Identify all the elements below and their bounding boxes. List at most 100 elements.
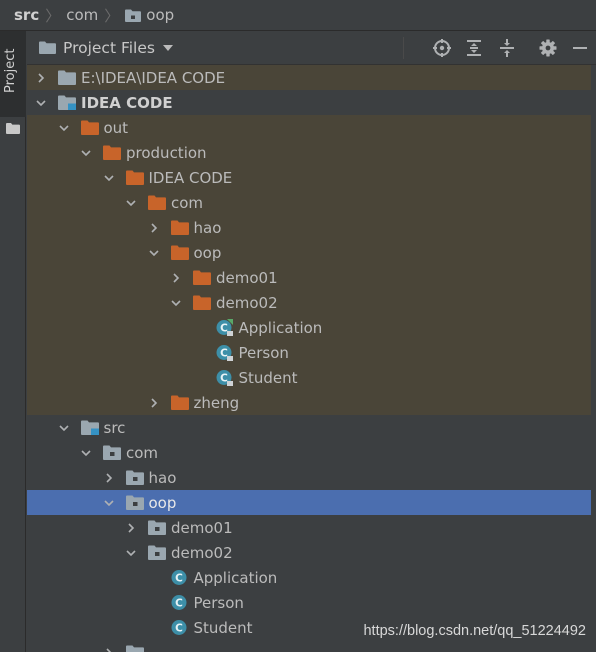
chevron-down-icon[interactable]: [35, 97, 47, 109]
tree-row[interactable]: oop: [27, 240, 596, 265]
tree-row[interactable]: oop: [27, 490, 596, 515]
expand-all-icon[interactable]: [464, 38, 484, 58]
tree-row[interactable]: IDEA CODE: [27, 165, 596, 190]
chevron-down-icon[interactable]: [170, 297, 182, 309]
tree-row[interactable]: C Student: [27, 365, 596, 390]
locate-icon[interactable]: [432, 38, 452, 58]
project-files-folder-icon: [39, 41, 56, 54]
tree-item-label: demo01: [216, 268, 278, 287]
package-folder-icon: [103, 445, 121, 460]
excluded-folder-icon: [170, 395, 189, 410]
tree-item-label: Student: [238, 368, 298, 387]
tree-row[interactable]: C Application: [27, 315, 596, 340]
project-tool-tab[interactable]: Project: [0, 31, 26, 117]
tree-row[interactable]: com: [27, 440, 596, 465]
tree-item-label: production: [126, 143, 207, 162]
main-class-icon: C: [216, 319, 233, 336]
svg-text:C: C: [220, 373, 228, 385]
breadcrumb-src[interactable]: src: [14, 6, 39, 24]
breadcrumb-oop-label: oop: [146, 6, 175, 24]
project-view-selector[interactable]: Project Files: [63, 39, 155, 57]
tree-item-label: demo01: [171, 518, 233, 537]
breadcrumb-separator: 〉: [45, 6, 61, 25]
chevron-right-icon[interactable]: [103, 472, 115, 484]
chevron-down-icon[interactable]: [80, 447, 92, 459]
chevron-down-icon[interactable]: [125, 547, 137, 559]
folder-icon: [58, 70, 76, 85]
watermark: https://blog.csdn.net/qq_51224492: [363, 623, 586, 639]
tool-window-stripe: Project: [0, 31, 26, 652]
minimize-icon[interactable]: [570, 38, 590, 58]
svg-text:C: C: [175, 623, 183, 635]
tree-row[interactable]: hao: [27, 215, 596, 240]
chevron-right-icon[interactable]: [35, 72, 47, 84]
tree-row[interactable]: hao: [27, 465, 596, 490]
chevron-down-icon[interactable]: [103, 497, 115, 509]
package-folder-icon: [148, 520, 166, 535]
tree-row[interactable]: demo01: [27, 265, 596, 290]
package-folder-icon: [148, 545, 166, 560]
tree-row[interactable]: C Application: [27, 565, 596, 590]
chevron-down-icon[interactable]: [125, 197, 137, 209]
excluded-folder-icon: [193, 270, 211, 285]
compiled-class-icon: C: [216, 370, 233, 386]
tree-row[interactable]: production: [27, 140, 596, 165]
tree-item-label: hao: [193, 218, 222, 237]
tree-item-label: IDEA CODE: [81, 93, 173, 112]
breadcrumb-com[interactable]: com: [66, 6, 98, 24]
class-icon: C: [171, 620, 186, 635]
chevron-down-icon[interactable]: [58, 122, 70, 134]
chevron-down-icon[interactable]: [58, 422, 70, 434]
excluded-folder-icon: [170, 220, 189, 235]
chevron-down-icon[interactable]: [103, 172, 115, 184]
tree-item-label: src: [103, 418, 126, 437]
tree-item-label: Student: [193, 618, 253, 637]
tree-row[interactable]: E:\IDEA\IDEA CODE: [27, 65, 596, 90]
tree-row[interactable]: C Person: [27, 590, 596, 615]
tree-row[interactable]: [27, 640, 596, 652]
gear-icon[interactable]: [538, 38, 558, 58]
tree-item-label: com: [126, 443, 159, 462]
tree-row[interactable]: IDEA CODE: [27, 90, 596, 115]
tree-item-label: oop: [148, 493, 177, 512]
tree-row[interactable]: zheng: [27, 390, 596, 415]
chevron-right-icon[interactable]: [125, 522, 137, 534]
collapse-all-icon[interactable]: [497, 38, 517, 58]
tree-row[interactable]: demo02: [27, 540, 596, 565]
tree-item-label: IDEA CODE: [148, 168, 233, 187]
tree-item-label: Person: [193, 593, 244, 612]
tree-row[interactable]: demo02: [27, 290, 596, 315]
module-folder-icon: [58, 95, 76, 110]
tree-item-label: hao: [148, 468, 177, 487]
excluded-folder-icon: [193, 295, 211, 310]
excluded-folder-icon: [170, 245, 189, 260]
svg-text:C: C: [220, 348, 228, 360]
tree-row[interactable]: src: [27, 415, 596, 440]
package-folder-icon: [125, 470, 144, 485]
chevron-right-icon[interactable]: [103, 647, 115, 652]
tree-row[interactable]: com: [27, 190, 596, 215]
excluded-folder-icon: [80, 120, 99, 135]
tree-row[interactable]: C Person: [27, 340, 596, 365]
project-tree[interactable]: E:\IDEA\IDEA CODE IDEA CODE out production I…: [27, 65, 596, 652]
tree-row[interactable]: demo01: [27, 515, 596, 540]
chevron-down-icon[interactable]: [162, 44, 173, 51]
excluded-folder-icon: [125, 170, 144, 185]
tree-item-label: Person: [238, 343, 289, 362]
chevron-down-icon[interactable]: [148, 247, 160, 259]
chevron-right-icon[interactable]: [148, 222, 160, 234]
chevron-right-icon[interactable]: [148, 397, 160, 409]
chevron-right-icon[interactable]: [170, 272, 182, 284]
package-folder-icon: [125, 645, 144, 652]
tree-row[interactable]: out: [27, 115, 596, 140]
excluded-folder-icon: [103, 145, 121, 160]
tree-item-label: demo02: [171, 543, 233, 562]
breadcrumb-oop[interactable]: oop: [125, 6, 174, 24]
tree-item-label: oop: [193, 243, 222, 262]
scrollbar-track[interactable]: [591, 65, 596, 652]
chevron-down-icon[interactable]: [80, 147, 92, 159]
svg-text:C: C: [220, 323, 228, 335]
class-icon: C: [171, 595, 186, 610]
breadcrumb-separator: 〉: [104, 6, 120, 25]
class-icon: C: [171, 570, 186, 585]
